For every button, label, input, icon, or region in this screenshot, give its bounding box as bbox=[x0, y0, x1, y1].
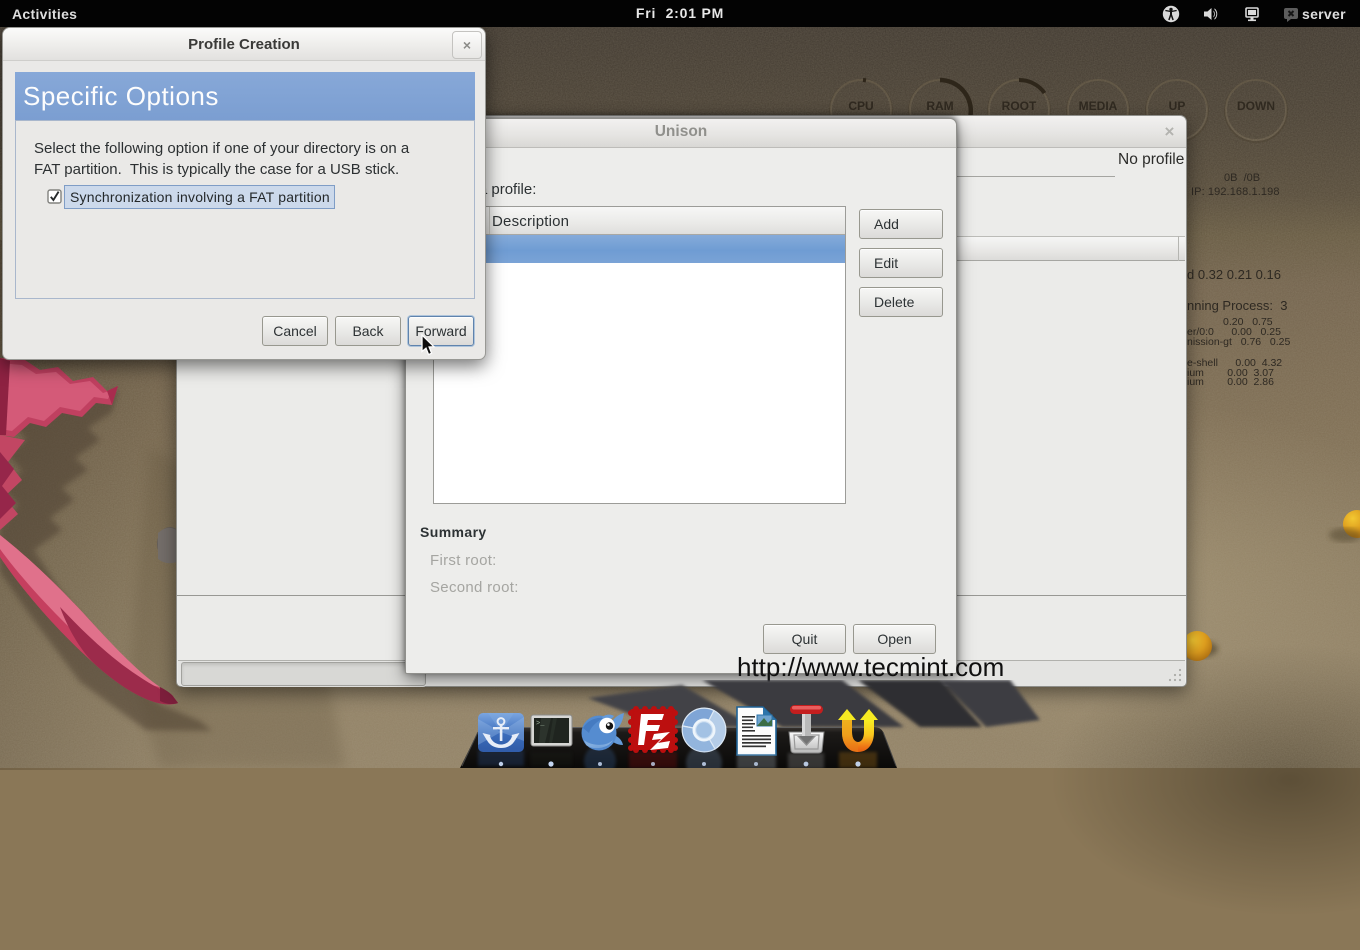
svg-text:CPU: CPU bbox=[848, 99, 873, 113]
svg-text:RAM: RAM bbox=[926, 99, 953, 113]
svg-text:MEDIA: MEDIA bbox=[1079, 99, 1118, 113]
svg-text:ROOT: ROOT bbox=[1002, 99, 1037, 113]
svg-text:DOWN: DOWN bbox=[1237, 99, 1275, 113]
svg-text:>_: >_ bbox=[536, 720, 545, 728]
svg-text:UP: UP bbox=[1169, 99, 1186, 113]
